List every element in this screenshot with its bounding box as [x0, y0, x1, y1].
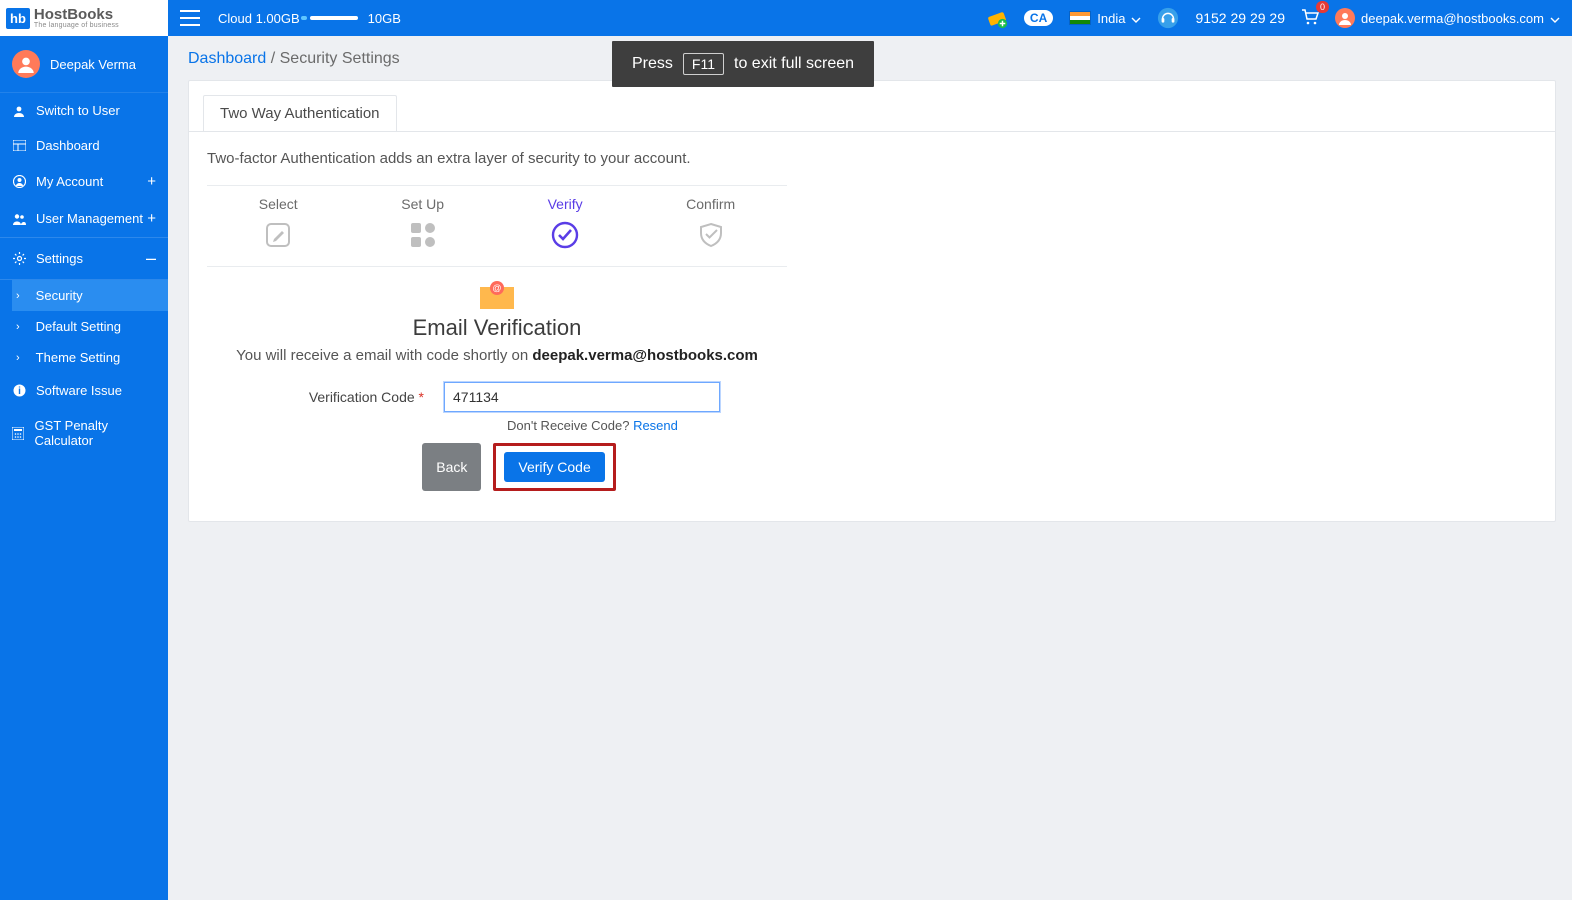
verify-subtitle: You will receive a email with code short…: [207, 347, 787, 364]
verify-code-button[interactable]: Verify Code: [504, 452, 604, 482]
chevron-right-icon: ›: [16, 321, 20, 333]
sidebar-item-theme-setting[interactable]: ›Theme Setting: [12, 342, 168, 373]
sidebar: Deepak Verma Switch to User Dashboard My…: [0, 36, 168, 900]
tab-strip: Two Way Authentication: [189, 81, 1555, 132]
svg-text:i: i: [18, 386, 21, 397]
brand-hb: hb: [6, 8, 30, 29]
check-circle-icon: [548, 218, 582, 252]
cloud-total: 10GB: [368, 11, 401, 26]
brand-tagline: The language of business: [34, 22, 119, 29]
chevron-down-icon: [1131, 11, 1141, 26]
collapse-icon: –: [146, 248, 156, 269]
tab-two-way-auth[interactable]: Two Way Authentication: [203, 95, 397, 131]
sidebar-item-software-issue[interactable]: i Software Issue: [0, 373, 168, 408]
step-select: Select: [259, 196, 298, 252]
main-content: Dashboard / Security Settings Two Way Au…: [168, 36, 1572, 900]
user-email-label: deepak.verma@hostbooks.com: [1361, 11, 1544, 26]
resend-row: Don't Receive Code? Resend: [207, 418, 787, 433]
edit-icon: [261, 218, 295, 252]
verification-code-input[interactable]: [444, 382, 720, 412]
expand-icon: +: [147, 210, 156, 227]
sidebar-item-security[interactable]: ›Security: [12, 280, 168, 311]
fullscreen-tip: Press F11 to exit full screen: [612, 41, 874, 87]
step-setup: Set Up: [401, 196, 444, 252]
breadcrumb: Dashboard / Security Settings: [188, 50, 1572, 68]
back-button[interactable]: Back: [422, 443, 481, 491]
verify-title: Email Verification: [207, 315, 787, 341]
support-phone: 9152 29 29 29: [1195, 10, 1285, 26]
grid-icon: [406, 218, 440, 252]
account-icon: [12, 175, 26, 189]
gear-icon: [12, 252, 26, 266]
breadcrumb-root-link[interactable]: Dashboard: [188, 50, 266, 67]
avatar-icon: [12, 50, 40, 78]
india-flag-icon: [1069, 11, 1091, 25]
chevron-right-icon: ›: [16, 290, 20, 302]
expand-icon: +: [147, 173, 156, 190]
support-icon[interactable]: [1157, 7, 1179, 29]
sidebar-item-default-setting[interactable]: ›Default Setting: [12, 311, 168, 342]
menu-toggle-icon[interactable]: [180, 10, 200, 26]
shield-icon: [694, 218, 728, 252]
verification-code-label: Verification Code *: [274, 389, 424, 405]
step-verify: Verify: [548, 196, 583, 252]
users-icon: [12, 212, 26, 226]
ca-badge[interactable]: CA: [1024, 10, 1053, 26]
user-menu[interactable]: deepak.verma@hostbooks.com: [1335, 8, 1560, 28]
sidebar-user[interactable]: Deepak Verma: [0, 36, 168, 93]
sidebar-item-dashboard[interactable]: Dashboard: [0, 128, 168, 163]
chevron-right-icon: ›: [16, 352, 20, 364]
sidebar-username: Deepak Verma: [50, 57, 136, 72]
verify-button-highlight: Verify Code: [493, 443, 615, 491]
sidebar-item-my-account[interactable]: My Account +: [0, 163, 168, 200]
chevron-down-icon: [1550, 11, 1560, 26]
sidebar-item-settings[interactable]: Settings –: [0, 237, 168, 280]
verification-code-row: Verification Code *: [207, 382, 787, 412]
cloud-label: Cloud 1.00GB: [218, 11, 300, 26]
cloud-usage: Cloud 1.00GB 10GB: [218, 11, 401, 26]
sidebar-item-switch-user[interactable]: Switch to User: [0, 93, 168, 128]
calculator-icon: [12, 426, 25, 440]
step-indicator: Select Set Up Verify Confirm: [207, 185, 787, 267]
brand-name: HostBooks: [34, 7, 119, 22]
step-confirm: Confirm: [686, 196, 735, 252]
country-selector[interactable]: India: [1069, 11, 1141, 26]
two-fa-description: Two-factor Authentication adds an extra …: [189, 132, 1555, 171]
email-verify-block: @ Email Verification You will receive a …: [207, 281, 787, 491]
security-panel: Two Way Authentication Two-factor Authen…: [188, 80, 1556, 522]
ticket-icon[interactable]: [986, 7, 1008, 29]
info-icon: i: [12, 384, 26, 398]
f11-key: F11: [683, 53, 724, 75]
cart-icon[interactable]: 0: [1301, 9, 1319, 28]
brand-logo[interactable]: hb HostBooks The language of business: [0, 0, 168, 36]
cart-count-badge: 0: [1316, 1, 1329, 13]
breadcrumb-current: Security Settings: [280, 50, 400, 67]
email-icon: @: [480, 281, 514, 309]
user-icon: [12, 104, 26, 118]
sidebar-item-gst-calculator[interactable]: GST Penalty Calculator: [0, 408, 168, 458]
sidebar-item-user-management[interactable]: User Management +: [0, 200, 168, 237]
resend-link[interactable]: Resend: [633, 418, 678, 433]
country-label: India: [1097, 11, 1125, 26]
cloud-progress-bar: [310, 16, 358, 20]
topbar: hb HostBooks The language of business Cl…: [0, 0, 1572, 36]
dashboard-icon: [12, 139, 26, 153]
avatar-icon: [1335, 8, 1355, 28]
